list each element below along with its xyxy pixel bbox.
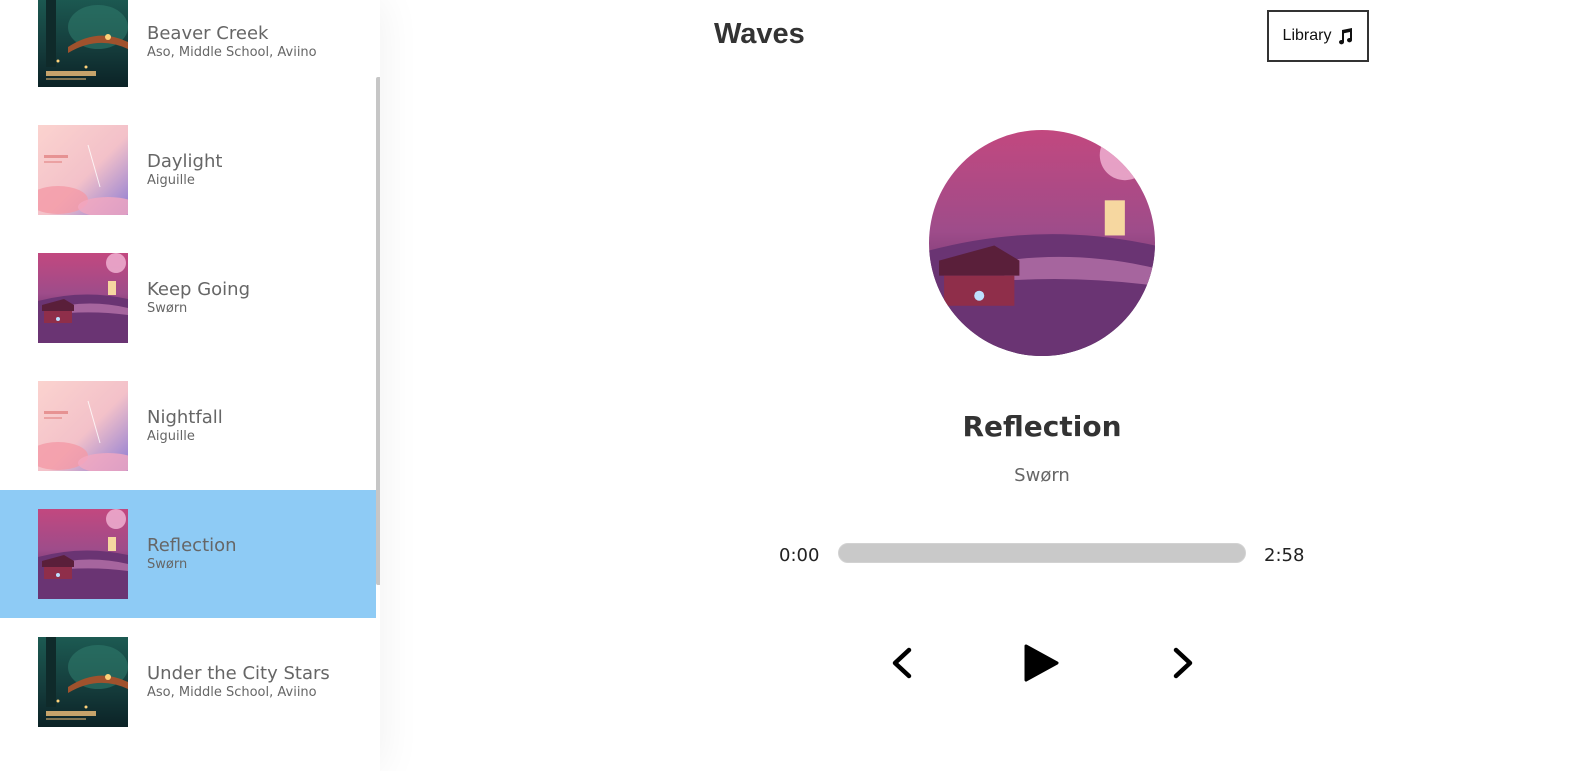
- song-cover-image: [38, 0, 128, 87]
- play-icon[interactable]: [1021, 643, 1061, 683]
- song-cover-image: [38, 253, 128, 343]
- library-song-selected[interactable]: Reflection Swørn: [0, 490, 376, 618]
- library-button-label: Library: [1282, 27, 1332, 44]
- library-song[interactable]: Keep Going Swørn: [0, 234, 376, 362]
- song-artist: Aiguille: [147, 429, 195, 444]
- song-cover-image: [38, 125, 128, 215]
- song-cover-image: [38, 381, 128, 471]
- library-song[interactable]: Daylight Aiguille: [0, 106, 376, 234]
- song-artist: Aso, Middle School, Aviino: [147, 685, 317, 700]
- library-song[interactable]: Nightfall Aiguille: [0, 362, 376, 490]
- song-cover-image: [38, 509, 128, 599]
- chevron-left-icon[interactable]: [883, 643, 923, 683]
- song-name: Reflection: [147, 535, 237, 556]
- now-playing-title: Reflection: [962, 410, 1122, 443]
- now-playing-cover: [929, 130, 1155, 356]
- library-song[interactable]: Under the City Stars Aso, Middle School,…: [0, 618, 376, 746]
- music-note-icon: [1337, 27, 1353, 45]
- song-name: Beaver Creek: [147, 23, 269, 44]
- song-artist: Aiguille: [147, 173, 195, 188]
- song-list: Beaver Creek Aso, Middle School, Aviino …: [0, 0, 376, 746]
- song-name: Daylight: [147, 151, 223, 172]
- library-scrollbar[interactable]: [376, 77, 380, 585]
- song-cover-image: [38, 637, 128, 727]
- song-artist: Aso, Middle School, Aviino: [147, 45, 317, 60]
- library-toggle-button[interactable]: Library: [1267, 10, 1369, 62]
- song-artist: Swørn: [147, 301, 188, 316]
- progress-slider[interactable]: [838, 543, 1246, 563]
- duration: 2:58: [1264, 545, 1305, 566]
- song-artist: Swørn: [147, 557, 188, 572]
- now-playing-artist: Swørn: [1014, 465, 1070, 486]
- library-song[interactable]: Beaver Creek Aso, Middle School, Aviino: [0, 0, 376, 106]
- chevron-right-icon[interactable]: [1162, 643, 1202, 683]
- song-name: Nightfall: [147, 407, 223, 428]
- current-time: 0:00: [779, 545, 820, 566]
- song-name: Keep Going: [147, 279, 250, 300]
- library-panel: Beaver Creek Aso, Middle School, Aviino …: [0, 0, 380, 771]
- app-logo: Waves: [714, 18, 805, 50]
- song-name: Under the City Stars: [147, 663, 330, 684]
